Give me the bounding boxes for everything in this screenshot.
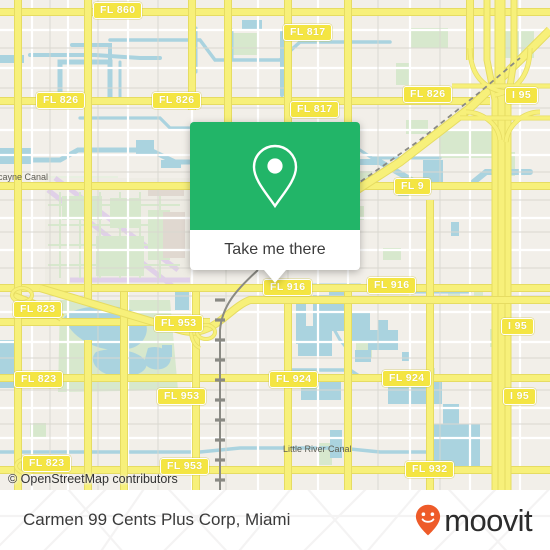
highway-shield: I 95 [503,388,537,405]
highway-shield: FL 823 [14,371,64,388]
highway-shield: FL 9 [394,178,431,195]
take-me-there-label: Take me there [224,241,326,258]
moovit-wordmark: moovit [444,502,532,538]
highway-shield: FL 826 [36,92,86,109]
highway-shield: FL 860 [93,2,143,19]
highway-shield: FL 823 [22,455,72,472]
highway-shield: FL 953 [154,315,204,332]
popup-pointer-tail [264,270,286,283]
highway-shield: FL 826 [403,86,453,103]
airport-area [45,175,190,290]
moovit-map-screenshot: .rd { stroke:#f7f07a; stroke-linecap:but… [0,0,550,550]
map-canvas[interactable]: .rd { stroke:#f7f07a; stroke-linecap:but… [0,0,550,490]
highway-shield: I 95 [501,318,535,335]
moovit-brand[interactable]: moovit [415,502,533,538]
moovit-smiley-pin-icon [416,504,441,536]
place-title: Carmen 99 Cents Plus Corp, Miami [23,510,291,529]
highway-shield: FL 932 [405,461,455,478]
popup-green-panel [190,122,360,230]
map-label: cayne Canal [0,172,49,182]
osm-attribution[interactable]: © OpenStreetMap contributors [8,472,178,486]
highway-shield: FL 916 [367,277,417,294]
highway-shield: I 95 [505,87,539,104]
highway-shield: FL 953 [157,388,207,405]
location-popup-card[interactable]: Take me there [190,122,360,283]
highway-shield: FL 823 [13,301,63,318]
highway-shield: FL 826 [152,92,202,109]
map-label: Little River Canal [283,444,352,454]
highway-shield: FL 924 [382,370,432,387]
footer-bar: Carmen 99 Cents Plus Corp, Miami moovit [0,490,550,550]
highway-shield: FL 924 [269,371,319,388]
highway-shield: FL 817 [290,101,340,118]
location-pin-icon [252,144,298,209]
highway-shield: FL 817 [283,24,333,41]
take-me-there-button[interactable]: Take me there [190,230,360,270]
